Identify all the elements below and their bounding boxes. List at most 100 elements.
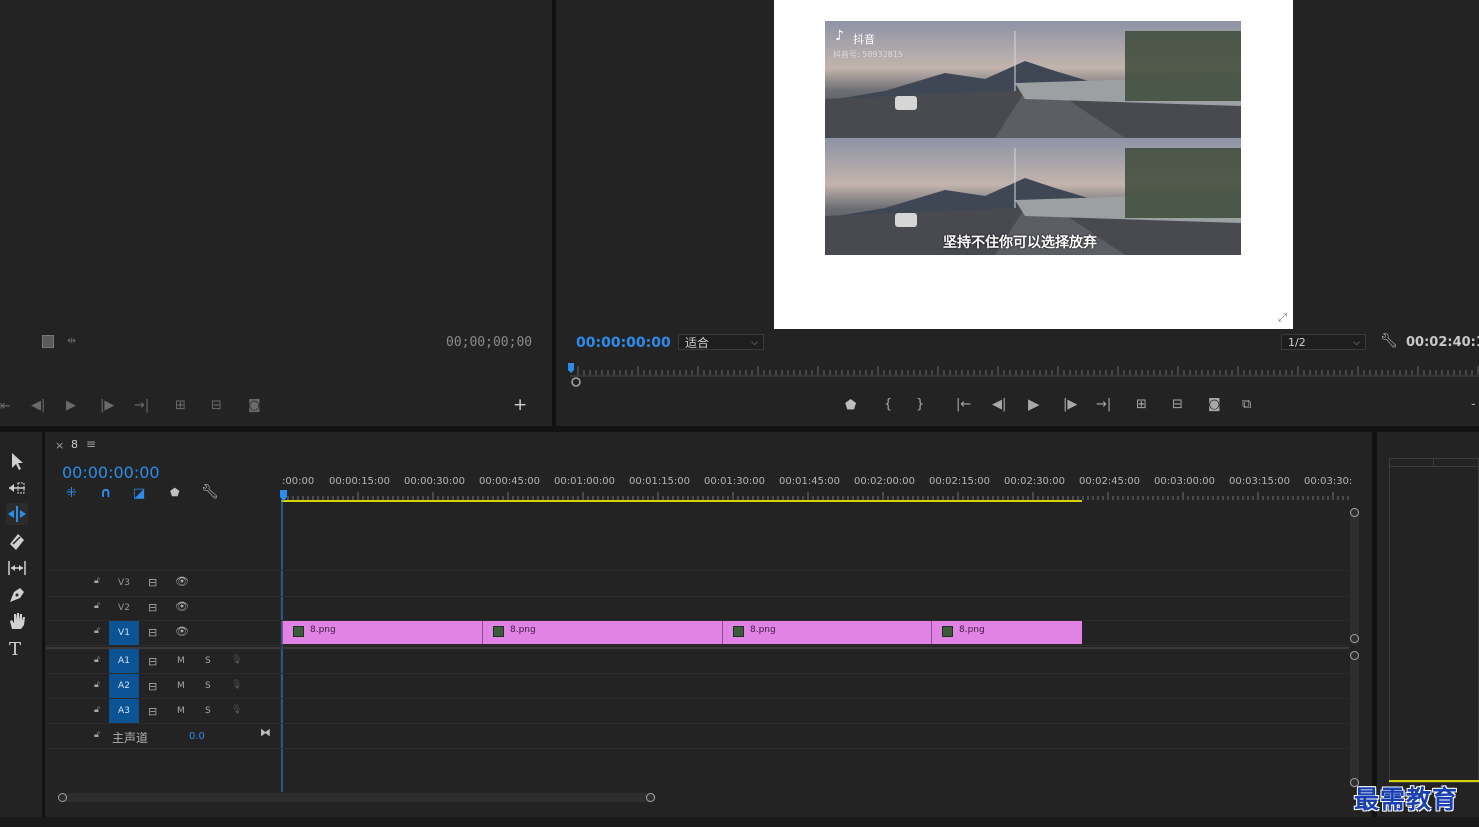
source-step-forward-icon[interactable]: |▶: [100, 399, 114, 413]
timeline-tab-menu-icon[interactable]: ≡: [86, 437, 96, 451]
clip-label: 8.png: [310, 625, 336, 635]
source-go-next-icon[interactable]: →|: [134, 399, 149, 413]
microphone-icon[interactable]: 🎙︎: [231, 705, 242, 715]
program-scrubber[interactable]: [556, 360, 1479, 390]
add-marker-timeline-icon[interactable]: ⬟: [170, 486, 180, 499]
microphone-icon[interactable]: 🎙︎: [231, 655, 242, 665]
lock-icon[interactable]: 🔓︎: [94, 655, 100, 665]
source-settings-icon[interactable]: ⇹: [67, 334, 76, 347]
more-controls-icon[interactable]: -: [1471, 398, 1476, 412]
lock-icon[interactable]: 🔓︎: [94, 730, 100, 740]
step-back-icon[interactable]: ◀|: [992, 398, 1006, 412]
timeline-tab-name[interactable]: 8: [71, 438, 78, 451]
track-label-a3[interactable]: A3: [109, 699, 139, 723]
ruler-label: :00:00: [282, 476, 315, 487]
solo-button[interactable]: S: [205, 706, 211, 716]
sync-lock-icon[interactable]: ⊟: [148, 601, 157, 614]
horizontal-scrollbar[interactable]: [60, 793, 656, 802]
timeline-tab-close-icon[interactable]: ×: [55, 439, 64, 452]
source-step-back-icon[interactable]: ◀|: [31, 399, 45, 413]
go-to-in-icon[interactable]: |←: [956, 398, 971, 412]
ripple-edit-tool-icon[interactable]: [6, 503, 28, 525]
sync-lock-icon[interactable]: ⊟: [148, 626, 157, 639]
source-export-frame-icon[interactable]: ◙: [248, 399, 261, 413]
hscroll-handle-left[interactable]: [58, 793, 67, 802]
track-label-v2[interactable]: V2: [109, 596, 139, 620]
hscroll-handle-right[interactable]: [646, 793, 655, 802]
lock-icon[interactable]: 🔓︎: [94, 705, 100, 715]
source-insert-icon[interactable]: [42, 335, 54, 348]
play-icon[interactable]: ▶: [1028, 397, 1040, 412]
track-label-a1[interactable]: A1: [109, 649, 139, 673]
track-label-v1[interactable]: V1: [109, 621, 139, 645]
track-select-tool-icon[interactable]: [6, 477, 28, 499]
pen-tool-icon[interactable]: [6, 584, 28, 606]
go-to-out-icon[interactable]: →|: [1096, 398, 1111, 412]
sync-lock-icon[interactable]: ⊟: [148, 705, 157, 718]
source-play-icon[interactable]: ▶: [66, 399, 76, 413]
lock-icon[interactable]: 🔓︎: [94, 601, 100, 611]
timeline-settings-wrench-icon[interactable]: 🔧︎: [201, 484, 219, 500]
scroll-handle-top[interactable]: [1350, 651, 1359, 660]
source-go-prev-icon[interactable]: ⇤: [0, 400, 11, 414]
lock-icon[interactable]: 🔓︎: [94, 576, 100, 586]
mark-in-icon[interactable]: {: [884, 398, 892, 412]
comparison-view-icon[interactable]: ⧉: [1242, 398, 1251, 412]
clip[interactable]: 8.png: [482, 621, 722, 644]
wrench-icon[interactable]: 🔧︎: [1380, 333, 1398, 349]
hand-tool-icon[interactable]: [6, 610, 28, 632]
slip-tool-icon[interactable]: [6, 557, 28, 579]
timeline-ruler[interactable]: [281, 488, 1351, 506]
timeline-timecode[interactable]: 00:00:00:00: [62, 463, 160, 482]
master-volume-value[interactable]: 0.0: [189, 731, 205, 742]
sync-lock-icon[interactable]: ⊟: [148, 576, 157, 589]
ruler-label: 00:02:15:00: [929, 476, 991, 487]
razor-tool-icon[interactable]: [6, 530, 28, 552]
program-canvas: ♪ 抖音 抖音号: 58932815 坚持不住你可以选择放弃 ⤢: [774, 0, 1293, 329]
clip[interactable]: 8.png: [282, 621, 482, 644]
extract-icon[interactable]: ⊟: [1172, 398, 1183, 412]
eye-icon[interactable]: 👁︎: [175, 575, 189, 588]
sync-lock-icon[interactable]: ⊟: [148, 680, 157, 693]
add-marker-icon[interactable]: ⬟: [845, 399, 856, 413]
resolution-select[interactable]: 1/2 ⌵: [1281, 334, 1366, 350]
track-label-v3[interactable]: V3: [109, 571, 139, 595]
ruler-label: 00:03:00:00: [1154, 476, 1216, 487]
source-timecode[interactable]: 00;00;00;00: [446, 335, 532, 350]
mute-button[interactable]: M: [177, 706, 185, 716]
source-insert-button-icon[interactable]: ⊞: [175, 399, 186, 413]
mute-button[interactable]: M: [177, 656, 185, 666]
eye-icon[interactable]: 👁︎: [175, 625, 189, 638]
program-timecode[interactable]: 00:00:00:00: [576, 335, 671, 351]
track-label-a2[interactable]: A2: [109, 674, 139, 698]
scroll-handle-top[interactable]: [1350, 508, 1359, 517]
sync-lock-icon[interactable]: ⊟: [148, 655, 157, 668]
nest-sequence-icon[interactable]: ⁜: [66, 486, 77, 501]
audio-vertical-scrollbar[interactable]: [1350, 651, 1359, 788]
microphone-icon[interactable]: 🎙︎: [231, 680, 242, 690]
linked-selection-icon[interactable]: ◪: [133, 486, 145, 501]
clip[interactable]: 8.png: [931, 621, 1082, 644]
fit-select[interactable]: 适合 ⌵: [678, 334, 764, 350]
expand-icon[interactable]: ⤢: [1278, 311, 1287, 325]
lock-icon[interactable]: 🔓︎: [94, 626, 100, 636]
selection-tool-icon[interactable]: [6, 450, 28, 472]
scroll-handle-bottom[interactable]: [1350, 634, 1359, 643]
lock-icon[interactable]: 🔓︎: [94, 680, 100, 690]
export-frame-icon[interactable]: ◙: [1208, 398, 1221, 412]
clip[interactable]: 8.png: [722, 621, 931, 644]
solo-button[interactable]: S: [205, 681, 211, 691]
snap-magnet-icon[interactable]: ∩: [100, 485, 111, 501]
source-overwrite-button-icon[interactable]: ⊟: [211, 399, 222, 413]
eye-icon[interactable]: 👁︎: [175, 600, 189, 613]
type-tool-icon[interactable]: T: [6, 637, 28, 659]
mute-button[interactable]: M: [177, 681, 185, 691]
mark-out-icon[interactable]: }: [916, 398, 924, 412]
step-forward-icon[interactable]: |▶: [1063, 398, 1077, 412]
lift-icon[interactable]: ⊞: [1136, 398, 1147, 412]
solo-button[interactable]: S: [205, 656, 211, 666]
video-vertical-scrollbar[interactable]: [1350, 508, 1359, 645]
source-add-button-icon[interactable]: +: [513, 397, 527, 414]
ruler-label: 00:00:15:00: [329, 476, 391, 487]
master-expand-icon[interactable]: ⧓: [260, 726, 271, 739]
